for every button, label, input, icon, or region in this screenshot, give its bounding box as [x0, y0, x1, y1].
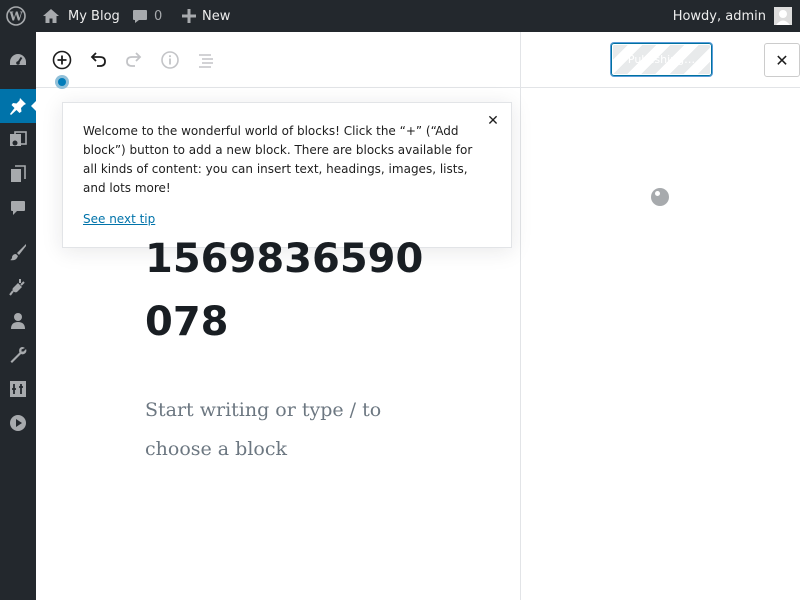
undo-icon — [90, 52, 106, 67]
comment-icon — [133, 9, 147, 23]
publish-button[interactable]: Publishing… — [611, 43, 712, 76]
appearance-menu-item[interactable] — [0, 235, 36, 269]
pages-menu-item[interactable] — [0, 157, 36, 191]
plus-circle-icon — [52, 50, 72, 70]
posts-menu-item[interactable] — [0, 89, 37, 123]
new-content-link[interactable]: New — [182, 0, 230, 32]
tip-text: Welcome to the wonderful world of blocks… — [83, 124, 473, 195]
block-navigation-button[interactable] — [194, 46, 218, 74]
settings-menu-item[interactable] — [0, 372, 36, 406]
media-icon — [10, 131, 27, 146]
my-account[interactable]: Howdy, admin — [673, 0, 792, 32]
wrench-icon — [10, 347, 27, 363]
dashboard-menu-item[interactable] — [0, 43, 36, 77]
post-title[interactable]: 1569836590078 — [145, 228, 425, 354]
settings-icon — [10, 381, 26, 397]
users-menu-item[interactable] — [0, 304, 36, 338]
dashboard-icon — [10, 54, 26, 65]
comments-count: 0 — [154, 8, 163, 24]
redo-icon — [126, 52, 142, 67]
plugin-icon — [9, 279, 25, 296]
tip-popover: Welcome to the wonderful world of blocks… — [62, 102, 512, 248]
tip-close-button[interactable]: ✕ — [484, 112, 502, 130]
svg-text:W: W — [8, 10, 23, 24]
paintbrush-icon — [10, 244, 26, 261]
pages-icon — [11, 165, 26, 182]
close-panel-button[interactable]: ✕ — [764, 43, 800, 77]
plugins-menu-item[interactable] — [0, 270, 36, 304]
tip-indicator-dot[interactable] — [55, 75, 69, 89]
collapse-menu-item[interactable] — [0, 406, 36, 440]
home-icon — [43, 9, 59, 23]
site-home-link[interactable]: My Blog — [42, 0, 120, 32]
new-label: New — [202, 8, 231, 24]
tools-menu-item[interactable] — [0, 338, 36, 372]
pin-icon — [10, 98, 26, 115]
loading-spinner — [651, 188, 669, 206]
block-placeholder[interactable]: Start writing or type / to choose a bloc… — [145, 391, 405, 469]
comment-icon — [11, 201, 25, 215]
sidebar-divider — [520, 32, 521, 600]
avatar — [774, 7, 792, 25]
media-menu-item[interactable] — [0, 123, 36, 157]
admin-bar: W My Blog 0 New Howdy, admin — [0, 0, 800, 32]
comments-menu-item[interactable] — [0, 191, 36, 225]
site-name: My Blog — [68, 8, 120, 24]
plus-icon — [182, 9, 196, 23]
undo-button[interactable] — [86, 46, 110, 74]
user-icon — [11, 313, 25, 329]
comments-link[interactable]: 0 — [132, 0, 162, 32]
list-icon — [199, 54, 213, 68]
redo-button[interactable] — [122, 46, 146, 74]
admin-side-menu — [0, 32, 37, 600]
howdy-text: Howdy, admin — [672, 8, 766, 24]
info-icon — [161, 51, 179, 69]
content-structure-button[interactable] — [158, 46, 182, 74]
see-next-tip-link[interactable]: See next tip — [83, 212, 155, 226]
play-circle-icon — [10, 415, 26, 431]
editor-header: Publishing… ✕ — [36, 32, 800, 88]
wordpress-logo-icon[interactable]: W — [6, 0, 28, 32]
add-block-button[interactable] — [50, 46, 74, 74]
